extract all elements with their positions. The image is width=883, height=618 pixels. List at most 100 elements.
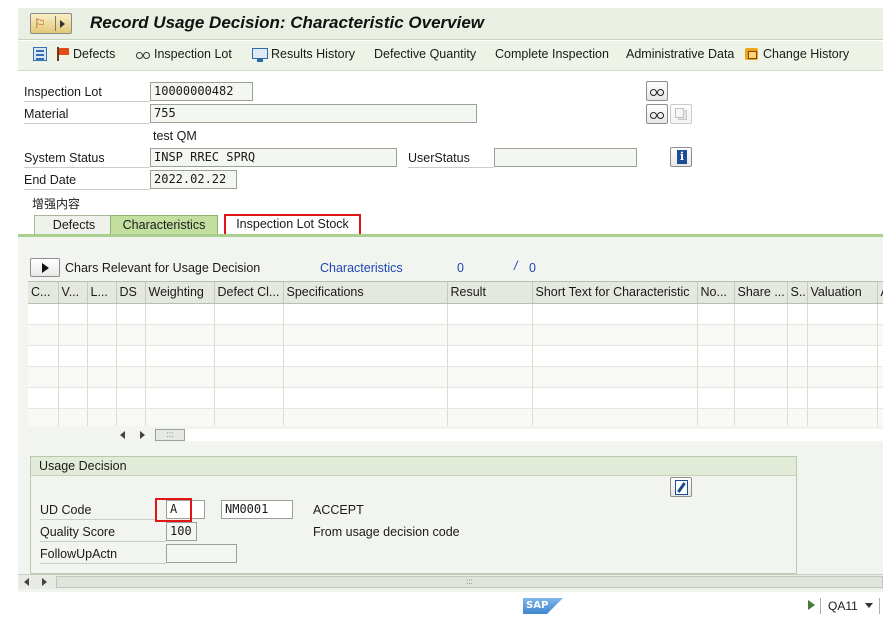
menu-toggle-icon[interactable]: ⚐ xyxy=(30,13,72,34)
characteristics-link[interactable]: Characteristics xyxy=(320,261,403,275)
quality-score-field[interactable]: 100 xyxy=(166,522,197,541)
table-cell[interactable] xyxy=(283,324,448,346)
column-header[interactable]: Share ... xyxy=(734,282,788,304)
table-cell[interactable] xyxy=(697,345,735,367)
column-header[interactable]: A xyxy=(877,282,883,304)
table-row[interactable] xyxy=(28,324,883,346)
table-cell[interactable] xyxy=(28,345,59,367)
table-cell[interactable] xyxy=(697,408,735,426)
table-cell[interactable] xyxy=(787,324,808,346)
table-row[interactable] xyxy=(28,366,883,388)
table-cell[interactable] xyxy=(877,387,883,409)
table-row[interactable] xyxy=(28,408,883,426)
calculator-button[interactable] xyxy=(33,47,47,61)
column-header[interactable]: S.. xyxy=(787,282,808,304)
table-cell[interactable] xyxy=(283,408,448,426)
table-cell[interactable] xyxy=(447,366,533,388)
table-cell[interactable] xyxy=(697,387,735,409)
table-cell[interactable] xyxy=(734,324,788,346)
expand-button[interactable] xyxy=(30,258,60,277)
table-cell[interactable] xyxy=(145,324,215,346)
table-cell[interactable] xyxy=(807,324,878,346)
table-cell[interactable] xyxy=(697,303,735,325)
tab-characteristics[interactable]: Characteristics xyxy=(110,215,218,235)
table-cell[interactable] xyxy=(807,303,878,325)
column-header[interactable]: Weighting xyxy=(145,282,215,304)
table-cell[interactable] xyxy=(58,387,88,409)
table-cell[interactable] xyxy=(283,366,448,388)
table-cell[interactable] xyxy=(734,366,788,388)
defective-quantity-button[interactable]: Defective Quantity xyxy=(374,47,476,61)
scroll-right-icon[interactable] xyxy=(140,431,145,439)
column-header[interactable]: DS xyxy=(116,282,146,304)
table-cell[interactable] xyxy=(532,408,698,426)
defects-button[interactable]: Defects xyxy=(56,47,115,61)
results-history-button[interactable]: Results History xyxy=(252,47,355,62)
table-cell[interactable] xyxy=(697,324,735,346)
table-row[interactable] xyxy=(28,387,883,409)
table-cell[interactable] xyxy=(87,408,117,426)
display-material-button[interactable] xyxy=(646,104,668,124)
play-icon[interactable] xyxy=(808,600,815,610)
table-cell[interactable] xyxy=(116,303,146,325)
scroll-right-icon[interactable] xyxy=(42,578,47,586)
table-cell[interactable] xyxy=(28,387,59,409)
table-cell[interactable] xyxy=(877,345,883,367)
table-cell[interactable] xyxy=(807,408,878,426)
edit-decision-button[interactable] xyxy=(670,477,692,497)
horizontal-scrollbar[interactable]: ::: xyxy=(120,428,883,442)
table-cell[interactable] xyxy=(145,408,215,426)
table-cell[interactable] xyxy=(697,366,735,388)
table-cell[interactable] xyxy=(28,408,59,426)
table-cell[interactable] xyxy=(214,387,284,409)
table-cell[interactable] xyxy=(807,366,878,388)
column-header[interactable]: Valuation xyxy=(807,282,878,304)
administrative-data-button[interactable]: Administrative Data xyxy=(626,47,734,61)
table-cell[interactable] xyxy=(877,408,883,426)
table-cell[interactable] xyxy=(787,345,808,367)
table-cell[interactable] xyxy=(58,366,88,388)
change-history-button[interactable]: Change History xyxy=(744,47,849,61)
table-cell[interactable] xyxy=(734,303,788,325)
column-header[interactable]: Short Text for Characteristic xyxy=(532,282,698,304)
table-cell[interactable] xyxy=(532,345,698,367)
table-cell[interactable] xyxy=(447,387,533,409)
chevron-down-icon[interactable] xyxy=(865,603,873,608)
column-header[interactable]: Defect Cl... xyxy=(214,282,284,304)
table-cell[interactable] xyxy=(283,387,448,409)
table-cell[interactable] xyxy=(214,324,284,346)
status-info-button[interactable]: i xyxy=(670,147,692,167)
column-header[interactable]: C... xyxy=(28,282,59,304)
table-cell[interactable] xyxy=(787,303,808,325)
table-cell[interactable] xyxy=(58,303,88,325)
table-cell[interactable] xyxy=(734,345,788,367)
complete-inspection-button[interactable]: Complete Inspection xyxy=(495,47,609,61)
tab-defects[interactable]: Defects xyxy=(34,215,114,235)
column-header[interactable]: Result xyxy=(447,282,533,304)
table-cell[interactable] xyxy=(214,408,284,426)
table-cell[interactable] xyxy=(214,345,284,367)
table-cell[interactable] xyxy=(214,366,284,388)
table-cell[interactable] xyxy=(145,303,215,325)
table-cell[interactable] xyxy=(28,324,59,346)
table-cell[interactable] xyxy=(532,303,698,325)
table-row[interactable] xyxy=(28,303,883,325)
table-cell[interactable] xyxy=(787,408,808,426)
inspection-lot-field[interactable]: 10000000482 xyxy=(150,82,253,101)
table-cell[interactable] xyxy=(807,387,878,409)
table-cell[interactable] xyxy=(877,324,883,346)
table-cell[interactable] xyxy=(87,324,117,346)
table-cell[interactable] xyxy=(734,387,788,409)
table-cell[interactable] xyxy=(145,387,215,409)
table-cell[interactable] xyxy=(58,345,88,367)
column-header[interactable]: L... xyxy=(87,282,117,304)
table-cell[interactable] xyxy=(116,366,146,388)
table-cell[interactable] xyxy=(116,324,146,346)
scroll-thumb[interactable]: ::: xyxy=(155,429,185,441)
table-cell[interactable] xyxy=(58,408,88,426)
table-cell[interactable] xyxy=(787,366,808,388)
display-lot-button[interactable] xyxy=(646,81,668,101)
table-cell[interactable] xyxy=(214,303,284,325)
table-cell[interactable] xyxy=(58,324,88,346)
table-cell[interactable] xyxy=(116,408,146,426)
